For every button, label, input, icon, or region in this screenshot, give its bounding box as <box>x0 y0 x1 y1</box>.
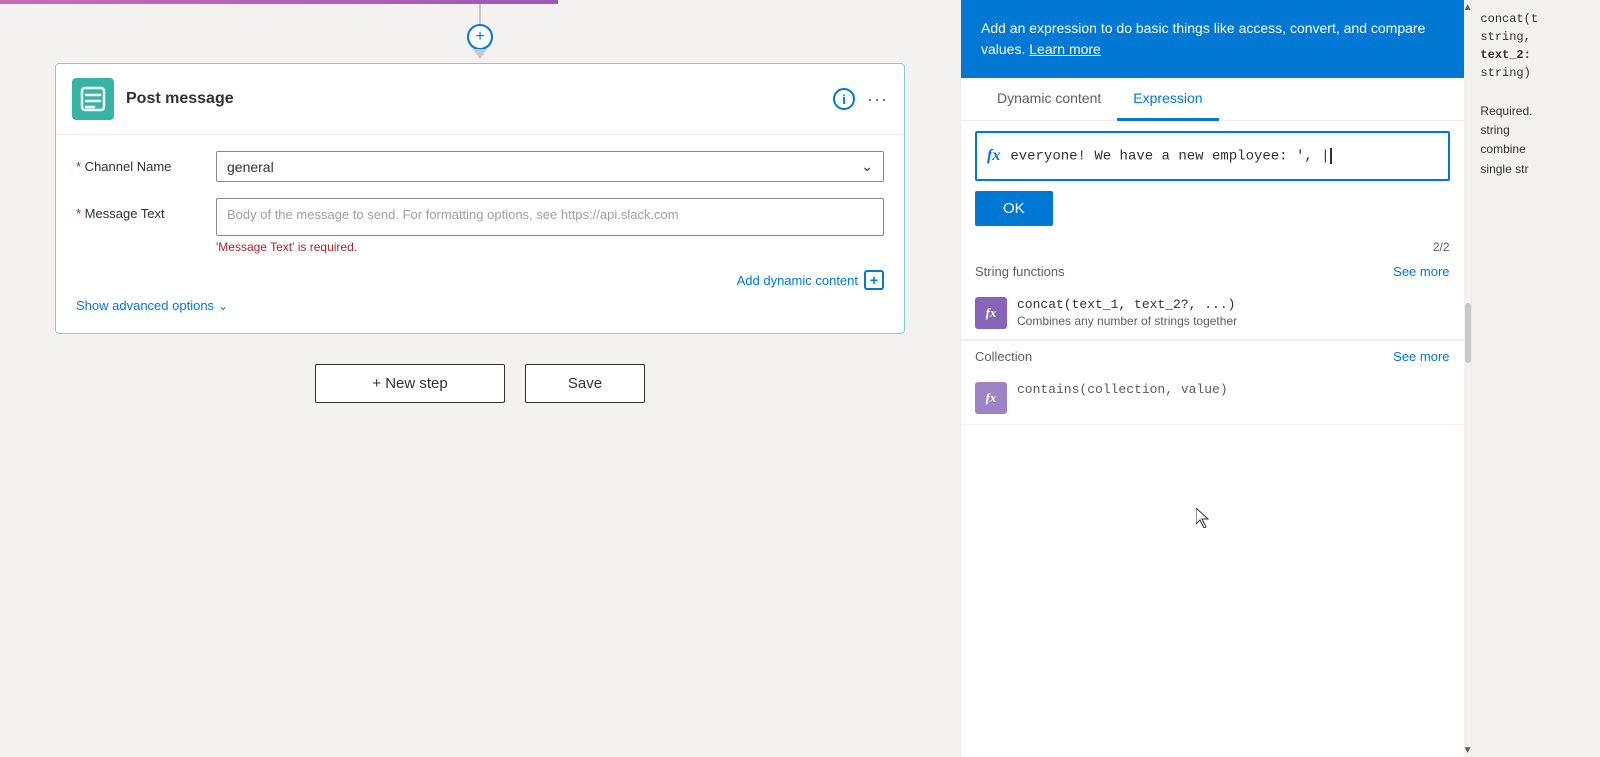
show-advanced-label: Show advanced options <box>76 298 214 313</box>
page-number: 2/2 <box>961 238 1464 256</box>
top-progress-bar <box>0 0 930 4</box>
top-connector: + <box>467 4 493 59</box>
channel-name-dropdown[interactable]: general ⌄ <box>216 151 884 182</box>
expression-text: everyone! We have a new employee: ', | <box>1010 148 1437 165</box>
info-icon[interactable]: i <box>833 88 855 110</box>
code-line-3: text_2: <box>1480 48 1530 62</box>
channel-name-value: general <box>227 159 274 175</box>
fx-icon: fx <box>987 147 1000 165</box>
dropdown-chevron-icon: ⌄ <box>861 158 873 175</box>
card-body: * Channel Name general ⌄ * Message Text … <box>56 135 904 333</box>
message-text-input-wrapper: Body of the message to send. For formatt… <box>216 198 884 254</box>
more-options-icon[interactable]: ··· <box>867 89 888 110</box>
save-button[interactable]: Save <box>525 364 645 403</box>
far-right-code: concat(t string, text_2: string) <box>1480 10 1592 82</box>
desc-line-3: combine <box>1480 140 1592 159</box>
far-right-description: Required. string combine single str <box>1480 102 1592 179</box>
add-dynamic-content-label: Add dynamic content <box>737 273 858 288</box>
right-panel: Add an expression to do basic things lik… <box>960 0 1600 757</box>
collection-section-header: Collection See more <box>961 341 1464 372</box>
concat-func-desc: Combines any number of strings together <box>1017 314 1450 328</box>
channel-name-label: * Channel Name <box>76 151 216 174</box>
code-line-1: concat(t <box>1480 10 1592 28</box>
concat-func-name: concat(text_1, text_2?, ...) <box>1017 297 1450 312</box>
connector-line <box>479 4 481 24</box>
see-more-collection-link[interactable]: See more <box>1393 349 1449 364</box>
string-functions-label: String functions <box>975 264 1065 279</box>
desc-line-1: Required. <box>1480 102 1592 121</box>
contains-func-icon: fx <box>975 382 1007 414</box>
code-line-4: string) <box>1480 64 1592 82</box>
card-icon <box>72 78 114 120</box>
new-step-button[interactable]: + New step <box>315 364 505 403</box>
channel-name-input-wrapper: general ⌄ <box>216 151 884 182</box>
scroll-down-arrow[interactable]: ▼ <box>1464 743 1472 757</box>
fx-contains-icon: fx <box>986 390 997 406</box>
add-step-circle[interactable]: + <box>467 24 493 50</box>
contains-function-item[interactable]: fx contains(collection, value) <box>961 372 1464 425</box>
message-text-label: * Message Text <box>76 198 216 221</box>
ok-button-row: OK <box>961 191 1464 238</box>
panel-tabs: Dynamic content Expression <box>961 78 1464 121</box>
desc-line-2: string <box>1480 121 1592 140</box>
expression-panel: Add an expression to do basic things lik… <box>960 0 1464 757</box>
tab-dynamic-content[interactable]: Dynamic content <box>981 78 1117 121</box>
contains-func-details: contains(collection, value) <box>1017 382 1450 397</box>
card-header: Post message i ··· <box>56 64 904 135</box>
desc-line-4: single str <box>1480 160 1592 179</box>
message-error-text: 'Message Text' is required. <box>216 240 884 254</box>
message-text-input[interactable]: Body of the message to send. For formatt… <box>216 198 884 236</box>
canvas-area: + Post message i ··· <box>0 0 960 757</box>
code-line-2: string, <box>1480 28 1592 46</box>
post-message-card: Post message i ··· * Channel Name genera… <box>55 63 905 334</box>
add-dynamic-content-row: Add dynamic content + <box>76 270 884 290</box>
text-cursor <box>1330 148 1332 164</box>
show-advanced-options[interactable]: Show advanced options ⌄ <box>76 298 884 313</box>
channel-name-row: * Channel Name general ⌄ <box>76 151 884 182</box>
expression-value: everyone! We have a new employee: ', | <box>1010 148 1329 164</box>
message-placeholder-text: Body of the message to send. For formatt… <box>227 207 679 222</box>
concat-func-details: concat(text_1, text_2?, ...) Combines an… <box>1017 297 1450 328</box>
far-right-panel: concat(t string, text_2: string) Require… <box>1471 0 1600 757</box>
contains-func-name: contains(collection, value) <box>1017 382 1450 397</box>
expression-input-area[interactable]: fx everyone! We have a new employee: ', … <box>975 131 1450 181</box>
connector-arrow <box>473 49 487 59</box>
see-more-string-link[interactable]: See more <box>1393 264 1449 279</box>
action-buttons-row: + New step Save <box>315 364 645 403</box>
string-functions-header: String functions See more <box>961 256 1464 287</box>
concat-function-item[interactable]: fx concat(text_1, text_2?, ...) Combines… <box>961 287 1464 340</box>
card-header-icons: i ··· <box>833 88 888 110</box>
collection-label: Collection <box>975 349 1032 364</box>
panel-info-banner: Add an expression to do basic things lik… <box>961 0 1464 78</box>
dynamic-plus-icon: + <box>864 270 884 290</box>
scroll-up-arrow[interactable]: ▲ <box>1464 0 1472 14</box>
learn-more-link[interactable]: Learn more <box>1029 41 1101 57</box>
concat-func-icon: fx <box>975 297 1007 329</box>
tab-expression[interactable]: Expression <box>1117 78 1218 121</box>
fx-func-icon: fx <box>986 305 997 321</box>
panel-scrollbar[interactable]: ▲ ▼ <box>1464 0 1472 757</box>
card-title: Post message <box>126 90 833 108</box>
scrollbar-thumb[interactable] <box>1465 303 1471 363</box>
chevron-down-icon: ⌄ <box>218 299 228 313</box>
message-text-row: * Message Text Body of the message to se… <box>76 198 884 254</box>
ok-button[interactable]: OK <box>975 191 1053 226</box>
add-dynamic-content-link[interactable]: Add dynamic content + <box>737 270 884 290</box>
